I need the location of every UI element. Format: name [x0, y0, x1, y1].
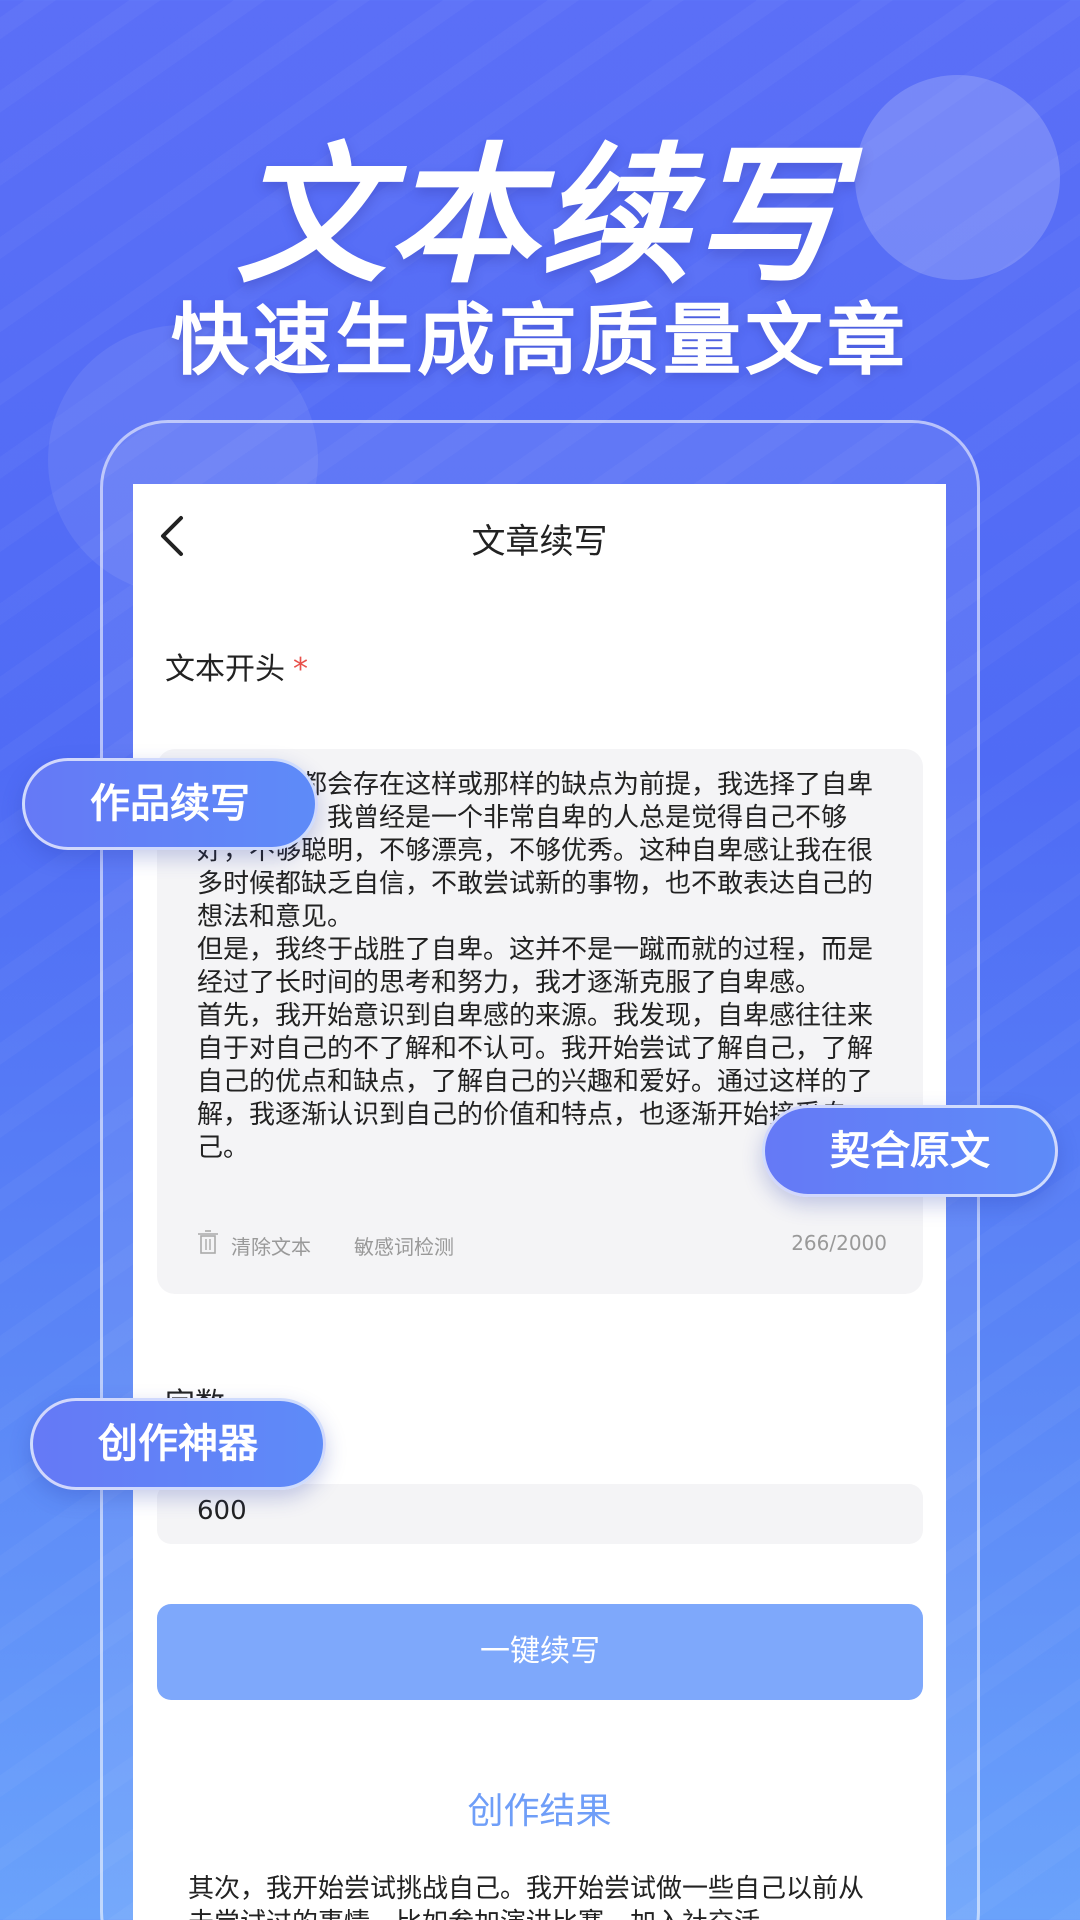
word-count-input[interactable]: 600 [157, 1484, 923, 1544]
trash-icon[interactable] [197, 1229, 219, 1255]
clear-text-button[interactable]: 清除文本 [231, 1231, 311, 1260]
result-title: 创作结果 [467, 1791, 612, 1832]
result-text: 其次，我开始尝试挑战自己。我开始尝试做一些自己以前从未尝试过的事情，比如参加演讲… [188, 1874, 865, 1920]
app-screen: 文章续写 文本开头 * 以每个人都会存在这样或那样的缺点为前提，我选择了自卑这个方… [133, 484, 946, 1920]
required-mark: * [293, 652, 308, 687]
feature-tag-works-continuation: 作品续写 [22, 758, 318, 850]
feature-tag-creation-tool: 创作神器 [30, 1398, 326, 1490]
text-beginning-label-text: 文本开头 [165, 652, 285, 687]
text-beginning-label: 文本开头 * [165, 644, 308, 688]
nav-bar: 文章续写 [133, 484, 946, 584]
hero-subtitle: 快速生成高质量文章 [170, 296, 909, 386]
continue-writing-button[interactable]: 一键续写 [157, 1604, 923, 1700]
text-area-footer: 清除文本 敏感词检测 266/2000 [197, 1227, 887, 1261]
char-count: 266/2000 [791, 1231, 887, 1255]
feature-tag-fit-original: 契合原文 [762, 1105, 1058, 1197]
word-count-value[interactable]: 600 [197, 1496, 247, 1526]
sensitive-word-check-button[interactable]: 敏感词检测 [354, 1231, 454, 1260]
page-title: 文章续写 [471, 522, 608, 562]
